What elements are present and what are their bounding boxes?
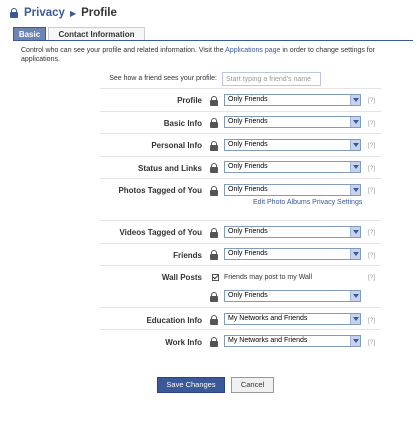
setting-label-photos-tagged: Photos Tagged of You xyxy=(118,186,202,195)
friends-privacy-value: Only Friends xyxy=(228,250,268,257)
preview-label: See how a friend sees your profile: xyxy=(109,75,217,82)
tab-basic[interactable]: Basic xyxy=(13,27,46,40)
lock-icon xyxy=(210,141,218,151)
setting-label-wall-posts: Wall Posts xyxy=(161,273,202,282)
edit-photo-albums-privacy-link[interactable]: Edit Photo Albums Privacy Settings xyxy=(253,199,362,206)
chevron-down-icon xyxy=(350,185,360,195)
breadcrumb: Privacy ▶ Profile xyxy=(10,2,117,24)
lock-icon xyxy=(10,8,18,18)
breadcrumb-privacy-link[interactable]: Privacy xyxy=(24,7,65,19)
personal-info-privacy-select[interactable]: Only Friends xyxy=(224,139,361,151)
friends-privacy-select[interactable]: Only Friends xyxy=(224,248,361,260)
help-link[interactable]: [?] xyxy=(368,229,375,236)
lock-icon xyxy=(210,292,218,302)
divider xyxy=(100,329,381,330)
chevron-down-icon xyxy=(350,249,360,259)
wall-posts-checkbox-row: Friends may post to my Wall xyxy=(212,274,312,281)
personal-info-privacy-value: Only Friends xyxy=(228,141,268,148)
divider xyxy=(100,307,381,308)
divider xyxy=(100,243,381,244)
photos-tagged-privacy-value: Only Friends xyxy=(228,186,268,193)
intro-text: Control who can see your profile and rel… xyxy=(21,46,407,64)
divider xyxy=(100,133,381,134)
videos-tagged-privacy-select[interactable]: Only Friends xyxy=(224,226,361,238)
friends-may-post-checkbox[interactable] xyxy=(212,274,219,281)
setting-label-education-info: Education Info xyxy=(146,316,202,325)
breadcrumb-arrow-icon: ▶ xyxy=(69,8,77,18)
work-info-privacy-select[interactable]: My Networks and Friends xyxy=(224,335,361,347)
help-link[interactable]: [?] xyxy=(368,165,375,172)
help-link[interactable]: [?] xyxy=(368,274,375,281)
profile-privacy-value: Only Friends xyxy=(228,96,268,103)
divider xyxy=(100,265,381,266)
tab-contact-information[interactable]: Contact Information xyxy=(48,27,145,40)
lock-icon xyxy=(210,250,218,260)
divider xyxy=(100,88,381,89)
lock-icon xyxy=(210,337,218,347)
divider xyxy=(100,178,381,179)
page-title: Profile xyxy=(81,7,117,19)
setting-label-basic-info: Basic Info xyxy=(163,119,202,128)
education-info-privacy-value: My Networks and Friends xyxy=(228,315,308,322)
divider xyxy=(100,156,381,157)
basic-info-privacy-select[interactable]: Only Friends xyxy=(224,116,361,128)
setting-label-friends: Friends xyxy=(173,251,202,260)
chevron-down-icon xyxy=(350,336,360,346)
applications-page-link[interactable]: Applications page xyxy=(225,47,280,54)
setting-label-personal-info: Personal Info xyxy=(151,141,202,150)
lock-icon xyxy=(210,118,218,128)
help-link[interactable]: [?] xyxy=(368,142,375,149)
education-info-privacy-select[interactable]: My Networks and Friends xyxy=(224,313,361,325)
divider xyxy=(100,111,381,112)
preview-profile-row: See how a friend sees your profile: Star… xyxy=(0,72,420,86)
photos-tagged-privacy-select[interactable]: Only Friends xyxy=(224,184,361,196)
help-link[interactable]: [?] xyxy=(368,97,375,104)
help-link[interactable]: [?] xyxy=(368,252,375,259)
videos-tagged-privacy-value: Only Friends xyxy=(228,228,268,235)
wall-posts-privacy-value: Only Friends xyxy=(228,292,268,299)
work-info-privacy-value: My Networks and Friends xyxy=(228,337,308,344)
chevron-down-icon xyxy=(350,117,360,127)
friends-may-post-label[interactable]: Friends may post to my Wall xyxy=(224,274,312,281)
profile-privacy-select[interactable]: Only Friends xyxy=(224,94,361,106)
lock-icon xyxy=(210,186,218,196)
help-link[interactable]: [?] xyxy=(368,339,375,346)
chevron-down-icon xyxy=(350,291,360,301)
chevron-down-icon xyxy=(350,227,360,237)
status-links-privacy-select[interactable]: Only Friends xyxy=(224,161,361,173)
basic-info-privacy-value: Only Friends xyxy=(228,118,268,125)
help-link[interactable]: [?] xyxy=(368,120,375,127)
chevron-down-icon xyxy=(350,140,360,150)
friend-name-input[interactable]: Start typing a friend's name xyxy=(222,72,321,86)
lock-icon xyxy=(210,228,218,238)
chevron-down-icon xyxy=(350,95,360,105)
cancel-button[interactable]: Cancel xyxy=(231,377,274,393)
intro-text-start: Control who can see your profile and rel… xyxy=(21,47,226,54)
lock-icon xyxy=(210,315,218,325)
chevron-down-icon xyxy=(350,314,360,324)
setting-label-profile: Profile xyxy=(177,96,202,105)
lock-icon xyxy=(210,163,218,173)
tab-bar: Basic Contact Information xyxy=(13,27,413,41)
setting-label-status-and-links: Status and Links xyxy=(137,164,202,173)
wall-posts-privacy-select[interactable]: Only Friends xyxy=(224,290,361,302)
setting-label-work-info: Work Info xyxy=(165,338,202,347)
save-changes-button[interactable]: Save Changes xyxy=(157,377,225,393)
setting-label-videos-tagged: Videos Tagged of You xyxy=(119,228,202,237)
status-links-privacy-value: Only Friends xyxy=(228,163,268,170)
chevron-down-icon xyxy=(350,162,360,172)
lock-icon xyxy=(210,96,218,106)
divider xyxy=(100,220,381,221)
help-link[interactable]: [?] xyxy=(368,187,375,194)
help-link[interactable]: [?] xyxy=(368,317,375,324)
